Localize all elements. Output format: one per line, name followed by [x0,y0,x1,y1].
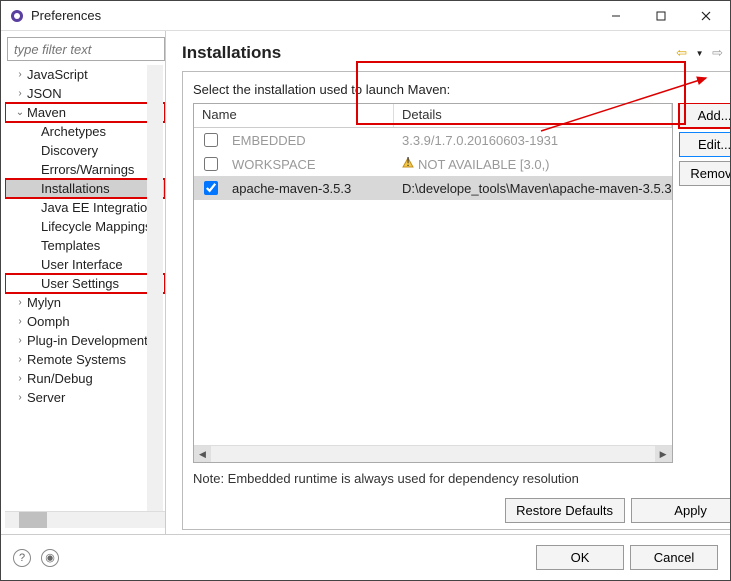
app-icon [9,8,25,24]
apply-button[interactable]: Apply [631,498,730,523]
tree-item-installations[interactable]: Installations [5,179,165,198]
preferences-window: Preferences ›JavaScript›JSON⌄MavenArchet… [0,0,731,581]
note-text: Note: Embedded runtime is always used fo… [193,471,730,488]
select-label: Select the installation used to launch M… [193,82,730,97]
cancel-button[interactable]: Cancel [630,545,718,570]
nav-icons: ⇦ ▼ ⇨ ▼ ▼ [674,45,730,61]
maximize-button[interactable] [638,1,683,30]
add-button[interactable]: Add... [679,103,730,128]
tree-item-remote-systems[interactable]: ›Remote Systems [5,350,165,369]
row-details: D:\develope_tools\Maven\apache-maven-3.5… [394,181,672,196]
window-title: Preferences [31,8,593,23]
tree-item-label: Maven [27,105,66,120]
chevron-right-icon: › [13,354,27,365]
tree-item-java-ee-integration[interactable]: Java EE Integration [5,198,165,217]
help-icon[interactable]: ? [13,549,31,567]
chevron-right-icon: › [13,373,27,384]
table-row[interactable]: WORKSPACE!NOT AVAILABLE [3.0,) [194,152,672,176]
tree-item-label: Lifecycle Mappings [41,219,152,234]
chevron-right-icon: › [13,297,27,308]
close-button[interactable] [683,1,728,30]
import-export-icon[interactable]: ◉ [41,549,59,567]
tree-scrollbar[interactable] [147,65,163,511]
tree-item-mylyn[interactable]: ›Mylyn [5,293,165,312]
tree-item-label: User Settings [41,276,119,291]
edit-button[interactable]: Edit... [679,132,730,157]
chevron-right-icon: › [13,69,27,80]
forward-dropdown-icon[interactable]: ▼ [728,49,730,58]
row-checkbox[interactable] [204,157,218,171]
filter-input[interactable] [7,37,165,61]
tree-item-templates[interactable]: Templates [5,236,165,255]
tree-item-plug-in-development[interactable]: ›Plug-in Development [5,331,165,350]
svg-text:!: ! [406,157,410,169]
row-checkbox[interactable] [204,133,218,147]
row-name: apache-maven-3.5.3 [228,181,394,196]
chevron-down-icon: ⌄ [13,107,27,118]
tree-item-label: Server [27,390,65,405]
preference-tree: ›JavaScript›JSON⌄MavenArchetypesDiscover… [5,65,165,511]
back-icon[interactable]: ⇦ [674,45,690,61]
row-checkbox[interactable] [204,181,218,195]
row-name: WORKSPACE [228,157,394,172]
tree-item-label: Run/Debug [27,371,93,386]
tree-item-user-interface[interactable]: User Interface [5,255,165,274]
column-name[interactable]: Name [194,104,394,127]
main-panel: Installations ⇦ ▼ ⇨ ▼ ▼ Select the insta… [166,31,730,534]
ok-button[interactable]: OK [536,545,624,570]
body: ›JavaScript›JSON⌄MavenArchetypesDiscover… [1,31,730,534]
table-hscroll[interactable]: ◀▶ [194,445,672,462]
tree-item-maven[interactable]: ⌄Maven [5,103,165,122]
column-details[interactable]: Details [394,104,672,127]
installations-table: Name Details EMBEDDED3.3.9/1.7.0.2016060… [193,103,673,463]
tree-item-oomph[interactable]: ›Oomph [5,312,165,331]
tree-item-errors-warnings[interactable]: Errors/Warnings [5,160,165,179]
tree-item-label: Templates [41,238,100,253]
content-group: Select the installation used to launch M… [182,71,730,530]
tree-item-label: Mylyn [27,295,61,310]
row-details: !NOT AVAILABLE [3.0,) [394,157,672,172]
tree-item-server[interactable]: ›Server [5,388,165,407]
tree-item-label: JSON [27,86,62,101]
chevron-right-icon: › [13,88,27,99]
tree-item-discovery[interactable]: Discovery [5,141,165,160]
back-dropdown-icon[interactable]: ▼ [692,49,708,58]
row-name: EMBEDDED [228,133,394,148]
tree-item-run-debug[interactable]: ›Run/Debug [5,369,165,388]
row-details: 3.3.9/1.7.0.20160603-1931 [394,133,672,148]
chevron-right-icon: › [13,335,27,346]
tree-item-label: Plug-in Development [27,333,148,348]
tree-item-user-settings[interactable]: User Settings [5,274,165,293]
table-row[interactable]: EMBEDDED3.3.9/1.7.0.20160603-1931 [194,128,672,152]
footer: ? ◉ OK Cancel [1,534,730,580]
page-title: Installations [182,43,674,63]
minimize-button[interactable] [593,1,638,30]
tree-item-label: Discovery [41,143,98,158]
tree-item-label: Oomph [27,314,70,329]
remove-button[interactable]: Remove [679,161,730,186]
tree-item-lifecycle-mappings[interactable]: Lifecycle Mappings [5,217,165,236]
titlebar: Preferences [1,1,730,31]
tree-item-label: Errors/Warnings [41,162,134,177]
chevron-right-icon: › [13,316,27,327]
sidebar-hscroll[interactable] [5,511,165,528]
tree-item-label: User Interface [41,257,123,272]
table-row[interactable]: apache-maven-3.5.3D:\develope_tools\Mave… [194,176,672,200]
tree-item-label: Java EE Integration [41,200,154,215]
warning-icon: ! [402,157,414,172]
tree-item-label: Remote Systems [27,352,126,367]
tree-item-archetypes[interactable]: Archetypes [5,122,165,141]
restore-defaults-button[interactable]: Restore Defaults [505,498,625,523]
tree-item-json[interactable]: ›JSON [5,84,165,103]
tree-item-label: Archetypes [41,124,106,139]
tree-item-label: JavaScript [27,67,88,82]
sidebar: ›JavaScript›JSON⌄MavenArchetypesDiscover… [1,31,166,534]
forward-icon[interactable]: ⇨ [710,45,726,61]
tree-item-label: Installations [41,181,110,196]
chevron-right-icon: › [13,392,27,403]
tree-item-javascript[interactable]: ›JavaScript [5,65,165,84]
